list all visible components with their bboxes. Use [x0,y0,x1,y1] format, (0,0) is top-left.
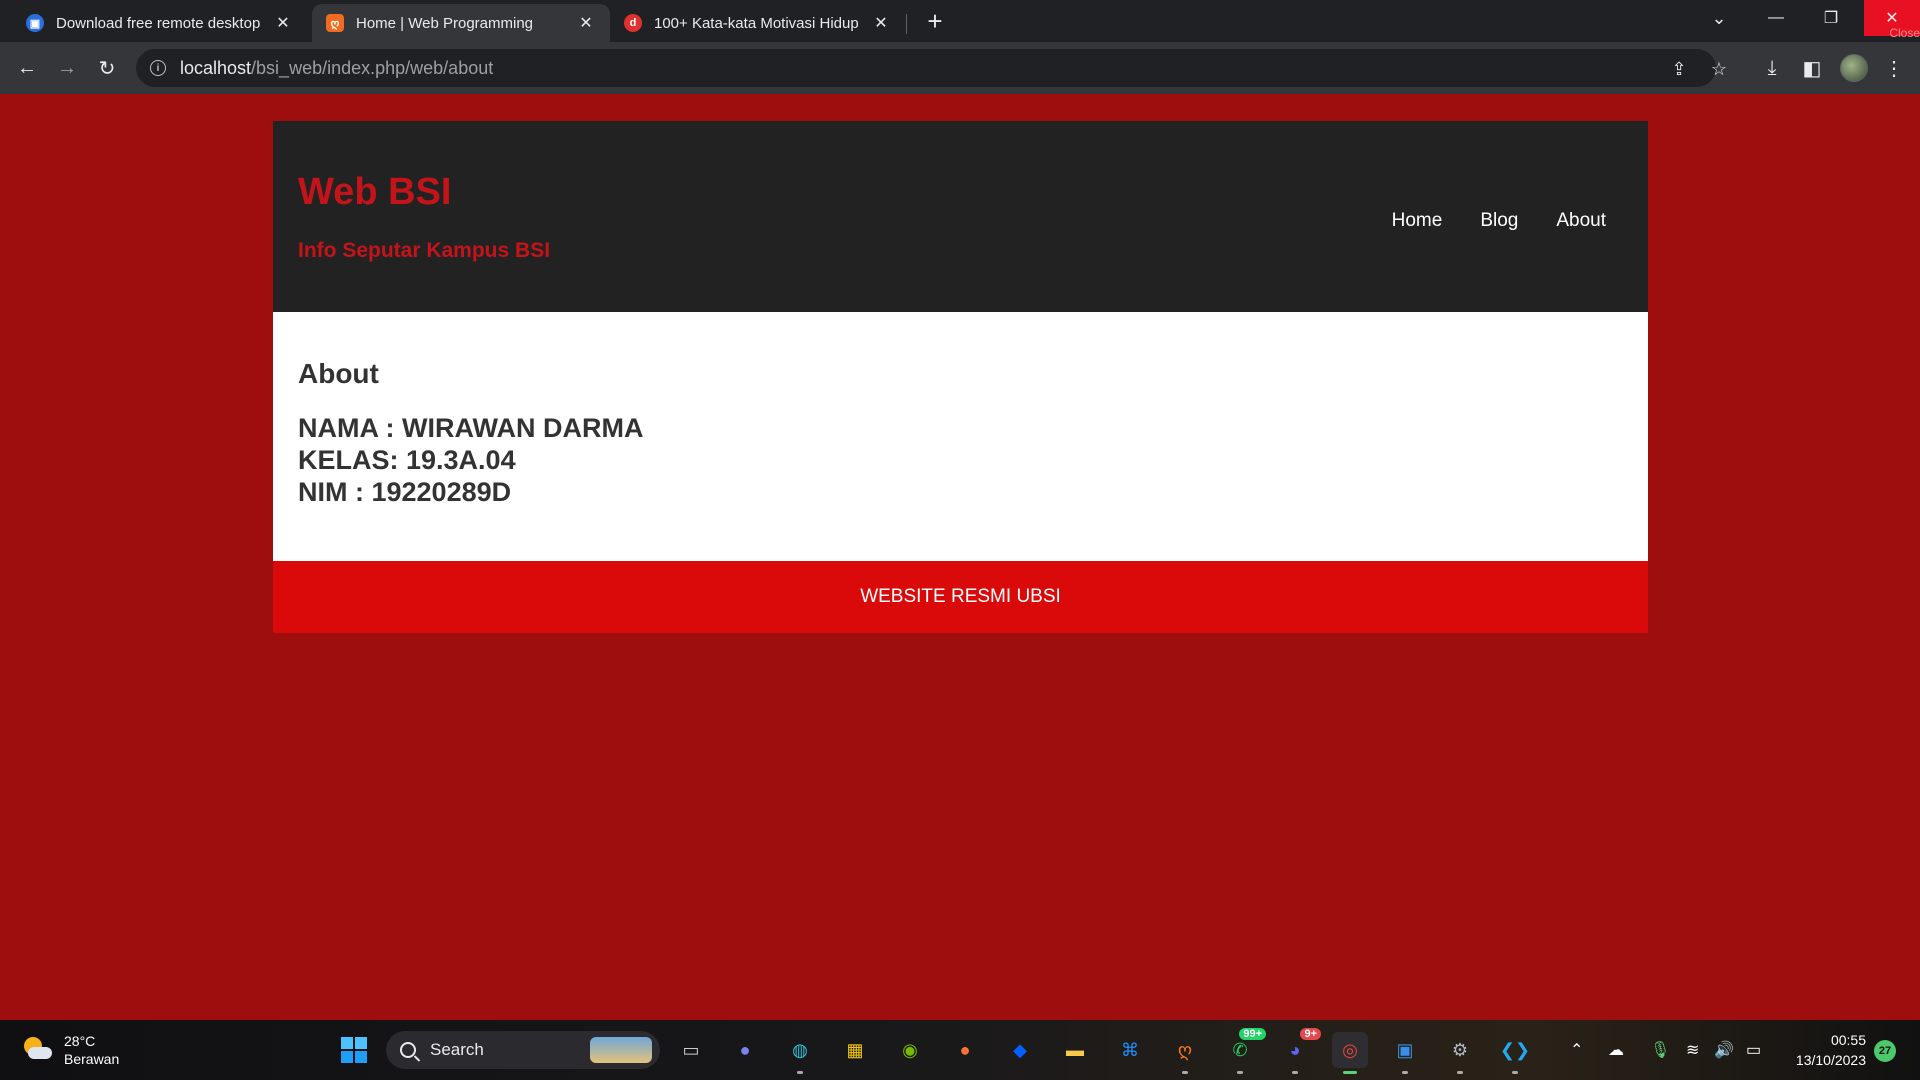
weather-widget[interactable]: 28°C Berawan [22,1032,119,1068]
remote-desktop-icon[interactable]: ▣ [1387,1032,1423,1074]
reload-button[interactable]: ↻ [93,54,121,82]
dropbox-icon[interactable]: ◆ [1002,1032,1038,1068]
nav-home[interactable]: Home [1392,210,1443,232]
volume-icon[interactable]: 🔊 [1714,1040,1734,1060]
partly-cloudy-icon [22,1035,52,1065]
nav-about[interactable]: About [1556,210,1606,232]
forward-button[interactable]: → [53,54,81,82]
share-icon[interactable]: ⇪ [1668,58,1690,80]
site-info-icon[interactable]: i [150,60,166,76]
nvidia-icon[interactable]: ◉ [892,1032,928,1068]
new-tab-button[interactable]: + [920,6,950,36]
close-icon[interactable]: ✕ [576,13,596,33]
tab-title: 100+ Kata-kata Motivasi Hidup [654,14,859,32]
search-placeholder: Search [430,1040,484,1059]
download-icon[interactable]: ⤓ [1758,54,1786,82]
notification-badge[interactable]: 27 [1874,1040,1896,1062]
whatsapp-icon[interactable]: ✆ 99+ [1222,1028,1266,1074]
url-host: localhost [180,57,252,78]
vscode-icon[interactable]: ❮❯ [1497,1032,1533,1074]
window-close-button[interactable]: ✕ Close [1864,0,1920,40]
weather-temp: 28°C [64,1033,96,1049]
store-icon[interactable]: ▦ [837,1032,873,1068]
clock-date: 13/10/2023 [1795,1052,1866,1068]
close-tooltip: Close [1889,26,1920,40]
browser-toolbar: ← → ↻ i localhost/bsi_web/index.php/web/… [0,42,1920,94]
url-path: /bsi_web/index.php/web/about [251,57,494,78]
profile-avatar[interactable] [1840,54,1868,82]
site-container: Web BSI Info Seputar Kampus BSI Home Blo… [273,121,1648,633]
task-view-icon[interactable]: ▭ [673,1032,709,1068]
settings-icon[interactable]: ⚙ [1442,1032,1478,1074]
detail-kelas: KELAS: 19.3A.04 [298,445,516,475]
bookmark-star-icon[interactable]: ☆ [1708,58,1730,80]
nav-blog[interactable]: Blog [1480,210,1518,232]
browser-tab-strip: ▣ Download free remote desktop ✕ ღ Home … [0,0,1920,42]
xampp-icon[interactable]: ღ [1167,1032,1203,1074]
site-footer: WEBSITE RESMI UBSI [273,561,1648,633]
close-icon: ✕ [1885,10,1899,27]
start-button[interactable] [336,1032,372,1068]
search-icon [400,1042,416,1058]
xampp-icon: ღ [326,14,344,32]
main-nav: Home Blog About [1392,210,1606,232]
menu-kebab-icon[interactable]: ⋮ [1880,54,1908,82]
tab-remote-desktop[interactable]: ▣ Download free remote desktop ✕ [12,4,307,42]
tab-search-button[interactable]: ⌄ [1696,0,1742,36]
site-title: Web BSI [298,171,452,213]
section-heading: About [298,358,379,389]
onedrive-icon[interactable]: ☁ [1608,1040,1624,1060]
wifi-icon[interactable]: ≋ [1686,1040,1699,1060]
back-button[interactable]: ← [13,54,41,82]
weather-desc: Berawan [64,1051,120,1067]
search-highlight-image [590,1037,652,1063]
tab-title: Download free remote desktop [56,14,261,32]
site-header: Web BSI Info Seputar Kampus BSI Home Blo… [273,121,1648,312]
tab-separator [906,14,907,34]
code-editor-icon[interactable]: ⌘ [1112,1032,1148,1068]
whatsapp-badge: 99+ [1239,1028,1266,1040]
close-icon[interactable]: ✕ [871,13,891,33]
minimize-button[interactable]: — [1753,0,1799,36]
clock[interactable]: 00:55 13/10/2023 [1786,1030,1866,1070]
battery-icon[interactable]: ▭ [1746,1040,1761,1060]
close-icon[interactable]: ✕ [273,13,293,33]
discord-badge: 9+ [1300,1028,1321,1040]
tab-kata-motivasi[interactable]: d 100+ Kata-kata Motivasi Hidup ✕ [610,4,905,42]
teams-chat-icon[interactable]: ● [727,1032,763,1068]
chevron-up-icon[interactable]: ⌃ [1570,1040,1583,1060]
tab-title: Home | Web Programming [356,14,534,32]
microphone-icon[interactable]: 🎙 [1650,1040,1670,1060]
taskbar: 28°C Berawan Search ▭ ● ◍ ▦ ◉ ● ◆ ▬ ⌘ ღ … [0,1020,1920,1080]
edge-icon[interactable]: ◍ [782,1032,818,1074]
main-content: About NAMA : WIRAWAN DARMA KELAS: 19.3A.… [273,312,1648,561]
discord-icon[interactable]: ◕ 9+ [1277,1028,1321,1074]
detail-nama: NAMA : WIRAWAN DARMA [298,413,644,443]
windows-logo-icon [341,1037,367,1063]
file-explorer-icon[interactable]: ▬ [1057,1032,1093,1068]
detail-nim: NIM : 19220289D [298,477,512,507]
restore-button[interactable]: ❐ [1808,0,1854,36]
side-panel-icon[interactable]: ◧ [1798,54,1826,82]
address-bar[interactable]: i localhost/bsi_web/index.php/web/about … [136,49,1727,87]
remote-desktop-icon: ▣ [26,14,44,32]
firefox-icon[interactable]: ● [947,1032,983,1068]
chrome-icon[interactable]: ◎ [1332,1032,1368,1074]
clock-time: 00:55 [1830,1032,1866,1048]
taskbar-search[interactable]: Search [386,1031,660,1069]
d-site-icon: d [624,14,642,32]
site-subtitle: Info Seputar Kampus BSI [298,239,551,262]
tab-web-programming[interactable]: ღ Home | Web Programming ✕ [312,4,610,42]
